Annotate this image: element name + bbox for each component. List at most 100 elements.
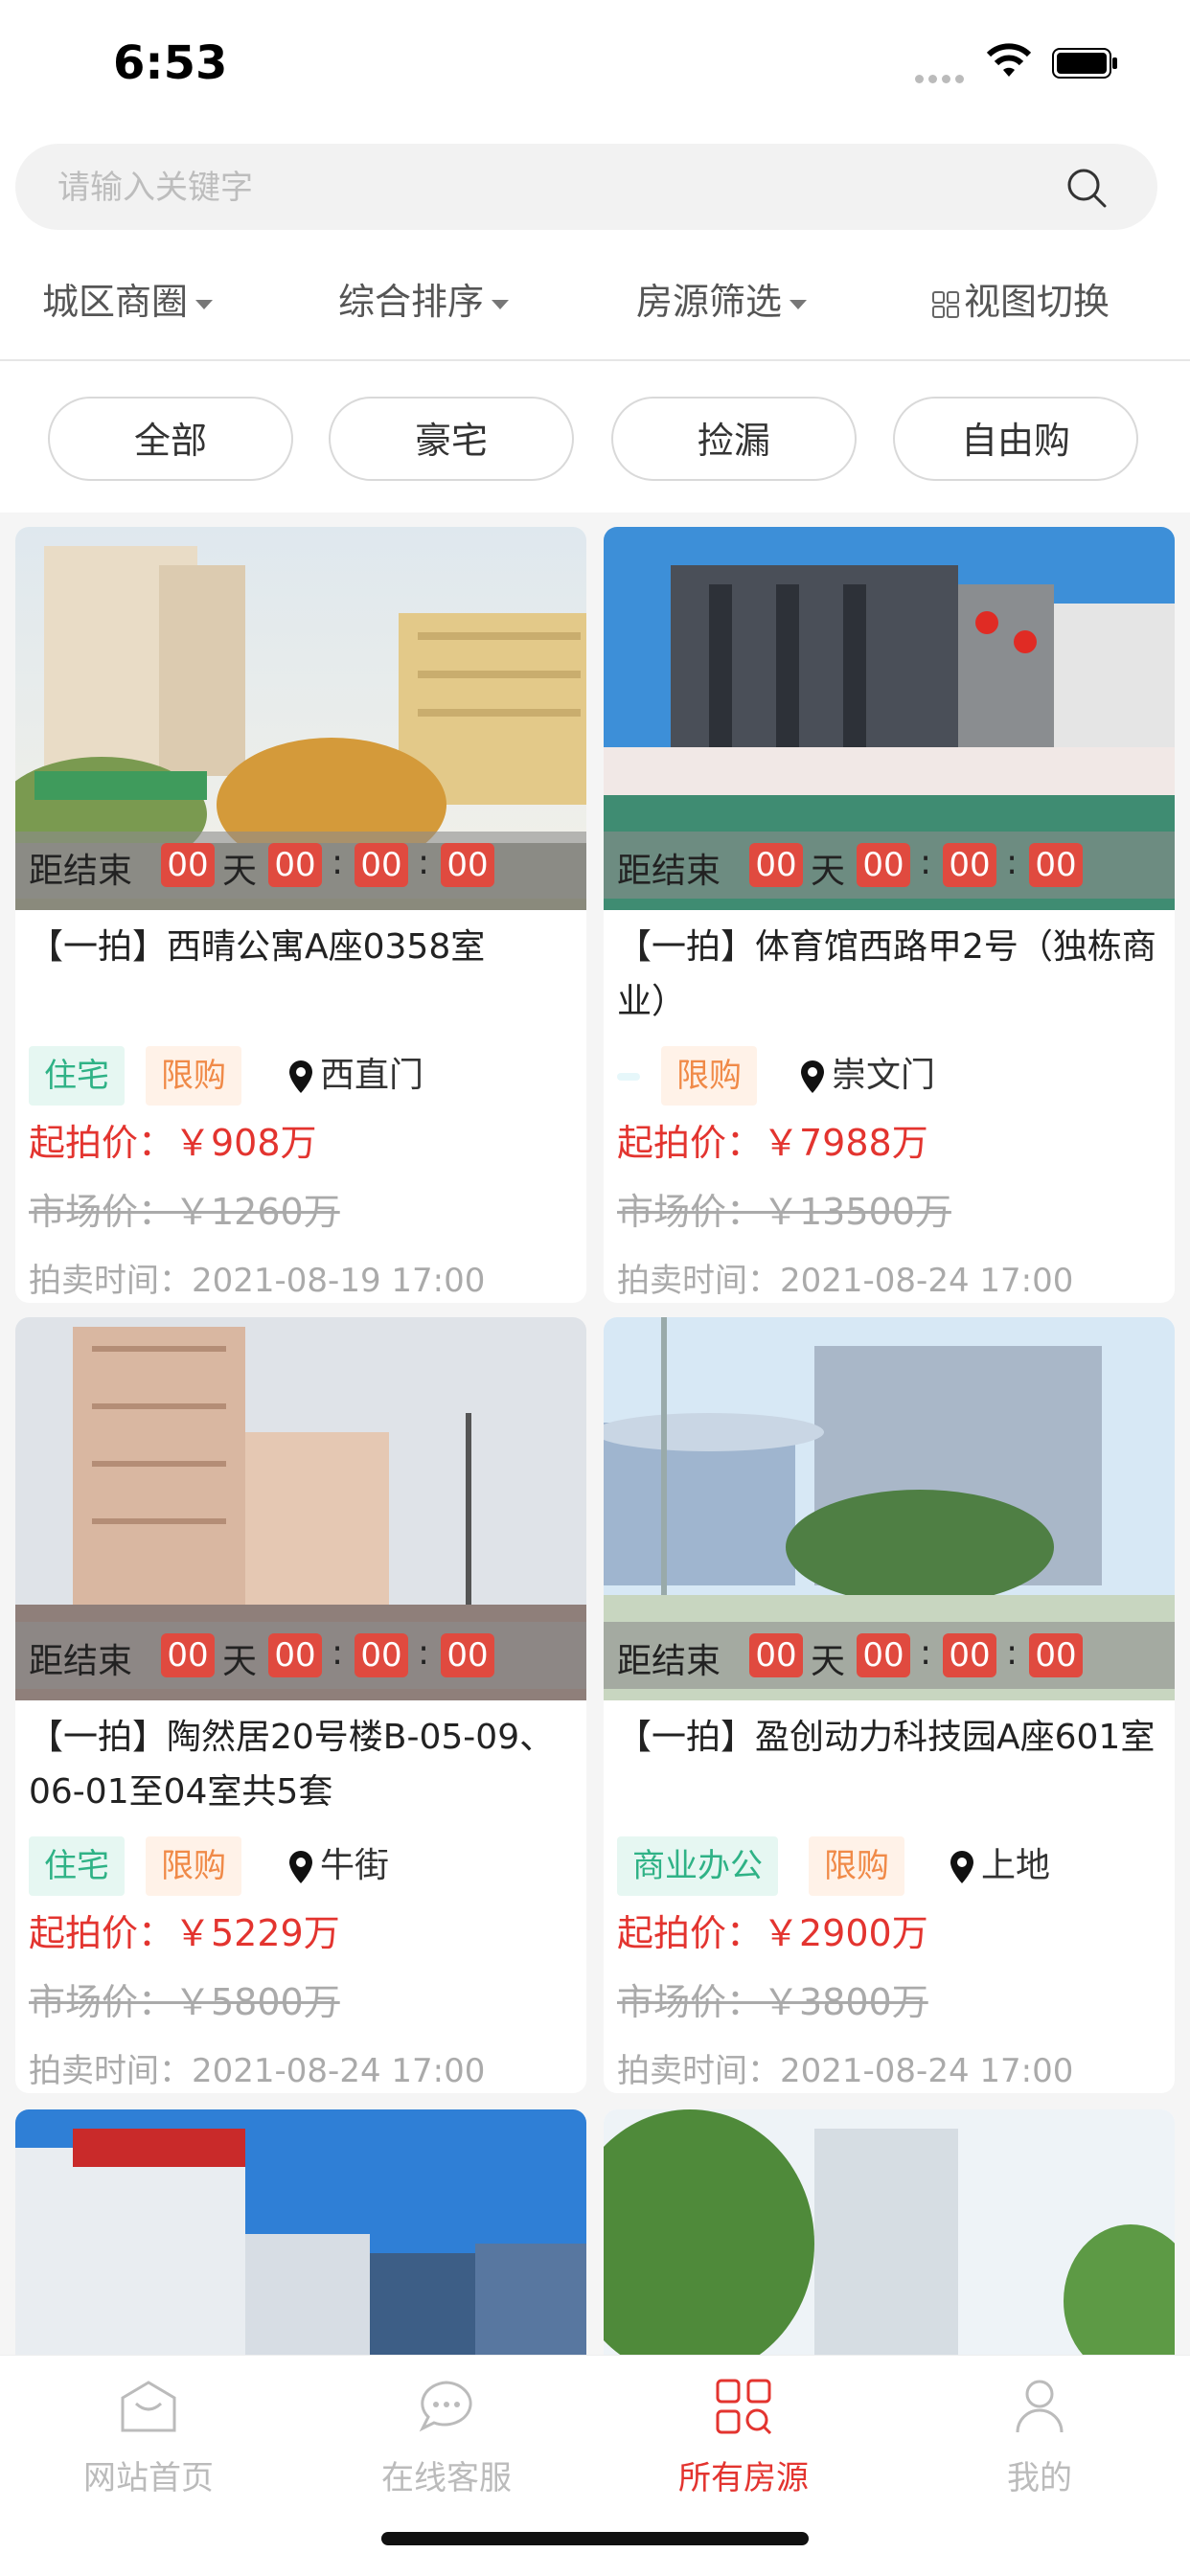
chat-icon — [419, 2381, 472, 2432]
nav-all-listings-label: 所有房源 — [678, 2459, 809, 2497]
countdown-day-unit: 天 — [811, 1642, 846, 1681]
countdown-bar: 距结束 00 天 00 : 00 : 00 — [604, 1622, 1175, 1689]
tab-free-purchase[interactable]: 自由购 — [893, 397, 1138, 481]
search-box[interactable] — [15, 144, 1157, 232]
listing-location: 崇文门 — [799, 1046, 935, 1106]
caret-down-icon — [195, 299, 214, 309]
listing-title: 【一拍】陶然居20号楼B-05-09、06-01至04室共5套 — [29, 1718, 555, 1812]
auction-time: 拍卖时间：2021-08-19 17:00 — [29, 1262, 486, 1300]
nav-profile[interactable]: 我的 — [944, 2375, 1135, 2498]
location-label: 崇文门 — [832, 1056, 936, 1095]
market-price: 市场价：￥5800万 — [29, 1981, 340, 2023]
countdown-minutes: 00 — [355, 1633, 408, 1677]
view-switch[interactable]: 视图切换 — [931, 244, 1110, 359]
filter-property[interactable]: 房源筛选 — [636, 244, 808, 359]
caret-down-icon — [492, 299, 510, 309]
countdown-sep: : — [920, 1633, 932, 1673]
countdown-label: 距结束 — [617, 1642, 721, 1681]
listing-card[interactable]: 距结束 00 天 00 : 00 : 00 【一拍】体育馆西路甲2号（独栋商业）… — [604, 527, 1175, 1303]
countdown-sep: : — [332, 1633, 344, 1673]
listing-card[interactable]: 距结束 00 天 00 : 00 : 00 【一拍】西晴公寓A座0358室 住宅… — [15, 527, 586, 1303]
countdown-bar: 距结束 00 天 00 : 00 : 00 — [15, 832, 586, 899]
countdown-day-unit: 天 — [811, 852, 846, 891]
battery-icon — [1052, 48, 1117, 79]
grid-icon — [932, 290, 959, 318]
location-pin-icon — [289, 1060, 312, 1093]
filter-property-label: 房源筛选 — [636, 281, 783, 323]
listing-title: 【一拍】西晴公寓A座0358室 — [29, 927, 486, 967]
listing-photo — [604, 2109, 1175, 2355]
auction-time: 拍卖时间：2021-08-24 17:00 — [617, 2052, 1074, 2090]
user-icon — [1016, 2380, 1064, 2433]
cellular-signal-icon — [915, 69, 969, 87]
listing-card[interactable]: 距结束 00 天 00 : 00 : 00 【一拍】陶然居20号楼B-05-09… — [15, 1317, 586, 2093]
tag-restriction: 限购 — [146, 1836, 241, 1896]
filter-bar: 城区商圈 综合排序 房源筛选 视图切换 — [0, 244, 1190, 361]
search-icon[interactable] — [1064, 166, 1109, 210]
location-pin-icon — [801, 1060, 824, 1093]
countdown-sep: : — [418, 843, 430, 882]
caret-down-icon — [790, 299, 808, 309]
home-icon — [121, 2381, 176, 2432]
countdown-days: 00 — [161, 843, 215, 887]
location-label: 上地 — [981, 1846, 1051, 1885]
countdown-seconds: 00 — [1029, 1633, 1083, 1677]
countdown-days: 00 — [749, 1633, 803, 1677]
tag-restriction: 限购 — [146, 1046, 241, 1106]
nav-home-label: 网站首页 — [83, 2459, 214, 2497]
countdown-days: 00 — [749, 843, 803, 887]
tab-luxury[interactable]: 豪宅 — [329, 397, 574, 481]
tag-type — [617, 1073, 640, 1081]
filter-sort[interactable]: 综合排序 — [338, 244, 510, 359]
countdown-sep: : — [418, 1633, 430, 1673]
auction-time: 拍卖时间：2021-08-24 17:00 — [29, 2052, 486, 2090]
tab-bargain[interactable]: 捡漏 — [611, 397, 857, 481]
nav-customer-service[interactable]: 在线客服 — [351, 2375, 542, 2498]
tag-restriction: 限购 — [809, 1836, 904, 1896]
countdown-sep: : — [920, 843, 932, 882]
nav-all-listings[interactable]: 所有房源 — [648, 2375, 839, 2498]
countdown-day-unit: 天 — [222, 1642, 258, 1681]
tab-all[interactable]: 全部 — [48, 397, 293, 481]
countdown-sep: : — [1006, 1633, 1018, 1673]
countdown-minutes: 00 — [943, 1633, 996, 1677]
wifi-icon — [986, 43, 1032, 77]
countdown-seconds: 00 — [441, 1633, 494, 1677]
countdown-hours: 00 — [268, 1633, 322, 1677]
nav-customer-service-label: 在线客服 — [381, 2459, 512, 2497]
location-pin-icon — [289, 1851, 312, 1883]
start-price: 起拍价：￥2900万 — [617, 1912, 928, 1954]
countdown-label: 距结束 — [617, 852, 721, 891]
home-indicator — [381, 2532, 809, 2545]
grid-icon — [716, 2379, 772, 2435]
filter-district[interactable]: 城区商圈 — [42, 244, 214, 359]
countdown-minutes: 00 — [355, 843, 408, 887]
listing-photo — [15, 2109, 586, 2355]
listing-card[interactable]: 距结束 00 天 00 : 00 : 00 【一拍】盈创动力科技园A座601室 … — [604, 1317, 1175, 2093]
countdown-seconds: 00 — [441, 843, 494, 887]
countdown-seconds: 00 — [1029, 843, 1083, 887]
countdown-sep: : — [332, 843, 344, 882]
countdown-label: 距结束 — [29, 1642, 133, 1681]
listing-title: 【一拍】体育馆西路甲2号（独栋商业） — [617, 927, 1156, 1021]
countdown-day-unit: 天 — [222, 852, 258, 891]
status-bar: 6:53 — [0, 0, 1190, 129]
auction-time: 拍卖时间：2021-08-24 17:00 — [617, 1262, 1074, 1300]
category-tabs: 全部 豪宅 捡漏 自由购 — [0, 361, 1190, 513]
search-input[interactable] — [56, 144, 1018, 232]
market-price: 市场价：￥3800万 — [617, 1981, 928, 2023]
countdown-bar: 距结束 00 天 00 : 00 : 00 — [15, 1622, 586, 1689]
countdown-bar: 距结束 00 天 00 : 00 : 00 — [604, 832, 1175, 899]
search-bar — [0, 129, 1190, 244]
countdown-hours: 00 — [857, 843, 910, 887]
location-label: 西直门 — [320, 1056, 424, 1095]
location-label: 牛街 — [320, 1846, 390, 1885]
start-price: 起拍价：￥908万 — [29, 1122, 317, 1164]
nav-profile-label: 我的 — [1007, 2459, 1072, 2497]
listing-card[interactable] — [604, 2109, 1175, 2355]
start-price: 起拍价：￥7988万 — [617, 1122, 928, 1164]
filter-sort-label: 综合排序 — [338, 281, 485, 323]
listing-card[interactable] — [15, 2109, 586, 2355]
nav-home[interactable]: 网站首页 — [53, 2375, 244, 2498]
tag-type: 住宅 — [29, 1836, 125, 1896]
